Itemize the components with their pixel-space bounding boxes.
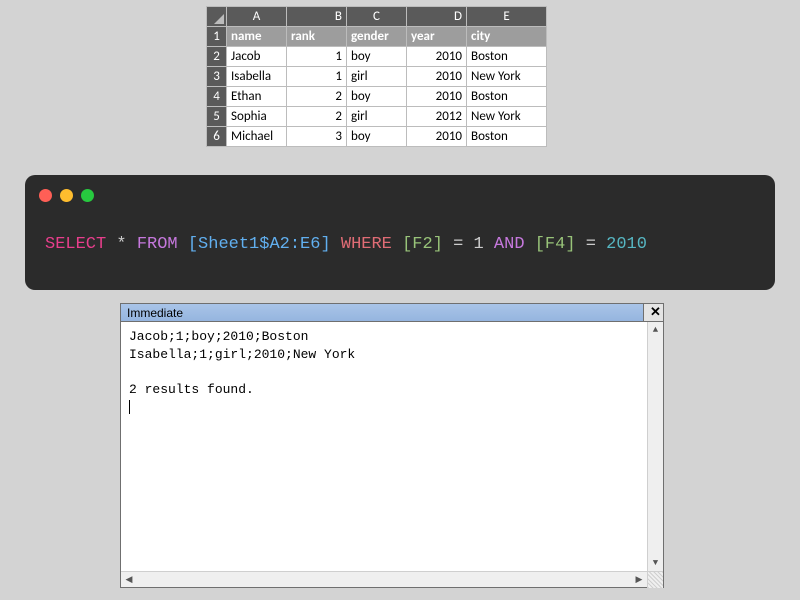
cell[interactable]: Isabella xyxy=(227,67,287,87)
cell[interactable]: city xyxy=(467,27,547,47)
vertical-scrollbar[interactable]: ▲ ▼ xyxy=(647,322,663,571)
sql-star: * xyxy=(116,235,126,254)
text-cursor xyxy=(129,400,130,414)
select-all-corner[interactable] xyxy=(207,7,227,27)
scroll-right-icon[interactable]: ▶ xyxy=(631,572,647,587)
close-button[interactable]: ✕ xyxy=(643,304,663,321)
kw-and: AND xyxy=(494,235,525,254)
row-header-1[interactable]: 1 xyxy=(207,27,227,47)
zoom-icon[interactable] xyxy=(81,189,94,202)
cell[interactable]: boy xyxy=(347,47,407,67)
cell[interactable]: girl xyxy=(347,67,407,87)
close-icon[interactable] xyxy=(39,189,52,202)
sql-field: [F4] xyxy=(535,235,576,254)
sql-val: 2010 xyxy=(606,235,647,254)
horizontal-scrollbar[interactable]: ◀ ▶ xyxy=(121,571,663,587)
cell[interactable]: 1 xyxy=(287,67,347,87)
sql-table: [Sheet1$A2:E6] xyxy=(188,235,331,254)
col-header-E[interactable]: E xyxy=(467,7,547,27)
cell[interactable]: 3 xyxy=(287,127,347,147)
cell[interactable]: 2010 xyxy=(407,67,467,87)
row-header-5[interactable]: 5 xyxy=(207,107,227,127)
output-line: Jacob;1;boy;2010;Boston xyxy=(129,329,308,344)
output-summary: 2 results found. xyxy=(129,382,254,397)
cell[interactable]: 2010 xyxy=(407,127,467,147)
cell[interactable]: 1 xyxy=(287,47,347,67)
immediate-window: Immediate ✕ Jacob;1;boy;2010;Boston Isab… xyxy=(120,303,664,588)
cell[interactable]: New York xyxy=(467,67,547,87)
col-header-A[interactable]: A xyxy=(227,7,287,27)
cell[interactable]: Boston xyxy=(467,127,547,147)
cell[interactable]: New York xyxy=(467,107,547,127)
col-header-C[interactable]: C xyxy=(347,7,407,27)
cell[interactable]: 2010 xyxy=(407,47,467,67)
cell[interactable]: Sophia xyxy=(227,107,287,127)
cell[interactable]: year xyxy=(407,27,467,47)
cell[interactable]: Michael xyxy=(227,127,287,147)
cell[interactable]: boy xyxy=(347,127,407,147)
immediate-body[interactable]: Jacob;1;boy;2010;Boston Isabella;1;girl;… xyxy=(121,322,663,571)
cell[interactable]: rank xyxy=(287,27,347,47)
window-controls xyxy=(39,189,94,202)
sql-text: SELECT * FROM [Sheet1$A2:E6] WHERE [F2] … xyxy=(45,231,755,258)
cell[interactable]: Boston xyxy=(467,87,547,107)
immediate-title-text: Immediate xyxy=(121,306,643,320)
immediate-titlebar[interactable]: Immediate ✕ xyxy=(121,304,663,322)
col-header-D[interactable]: D xyxy=(407,7,467,27)
row-header-2[interactable]: 2 xyxy=(207,47,227,67)
row-header-6[interactable]: 6 xyxy=(207,127,227,147)
resize-grip-icon[interactable] xyxy=(647,572,663,588)
cell[interactable]: 2012 xyxy=(407,107,467,127)
sql-field: [F2] xyxy=(402,235,443,254)
col-header-B[interactable]: B xyxy=(287,7,347,27)
cell[interactable]: girl xyxy=(347,107,407,127)
cell[interactable]: Ethan xyxy=(227,87,287,107)
sql-eq: = xyxy=(453,235,463,254)
cell[interactable]: gender xyxy=(347,27,407,47)
cell[interactable]: 2 xyxy=(287,87,347,107)
row-header-4[interactable]: 4 xyxy=(207,87,227,107)
output-line: Isabella;1;girl;2010;New York xyxy=(129,347,355,362)
cell[interactable]: name xyxy=(227,27,287,47)
scroll-down-icon[interactable]: ▼ xyxy=(648,555,663,571)
cell[interactable]: Jacob xyxy=(227,47,287,67)
kw-from: FROM xyxy=(137,235,178,254)
kw-where: WHERE xyxy=(341,235,392,254)
spreadsheet: A B C D E 1 name rank gender year city 2… xyxy=(206,6,547,147)
code-block: SELECT * FROM [Sheet1$A2:E6] WHERE [F2] … xyxy=(25,175,775,290)
scroll-left-icon[interactable]: ◀ xyxy=(121,572,137,587)
sql-eq: = xyxy=(586,235,596,254)
cell[interactable]: boy xyxy=(347,87,407,107)
kw-select: SELECT xyxy=(45,235,106,254)
row-header-3[interactable]: 3 xyxy=(207,67,227,87)
sql-val: 1 xyxy=(474,235,484,254)
minimize-icon[interactable] xyxy=(60,189,73,202)
close-icon: ✕ xyxy=(644,304,667,319)
scroll-up-icon[interactable]: ▲ xyxy=(648,322,663,338)
cell[interactable]: Boston xyxy=(467,47,547,67)
cell[interactable]: 2 xyxy=(287,107,347,127)
cell[interactable]: 2010 xyxy=(407,87,467,107)
